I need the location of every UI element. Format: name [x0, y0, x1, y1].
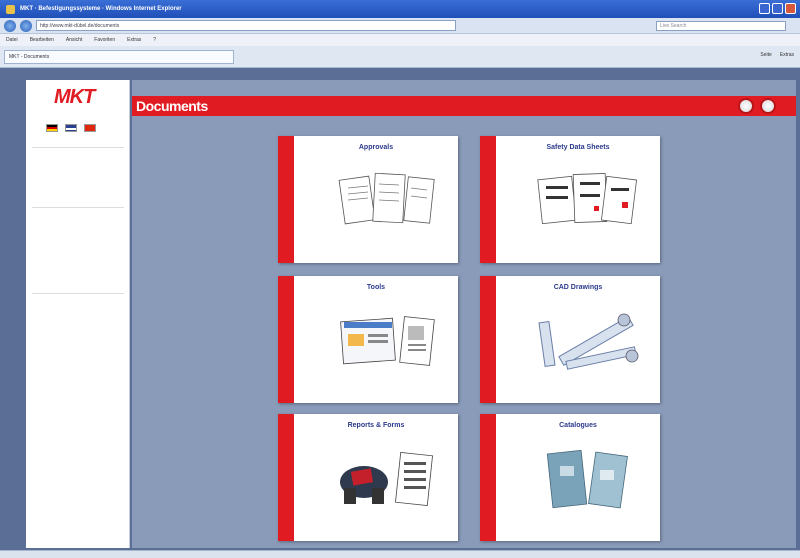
card-title: Safety Data Sheets — [546, 144, 610, 151]
menu-bar: Datei Bearbeiten Ansicht Favoriten Extra… — [0, 34, 800, 46]
minimize-button[interactable] — [759, 3, 770, 14]
menu-item-tools[interactable]: Extras — [127, 37, 141, 43]
sidebar-section-1 — [32, 146, 124, 151]
sidebar-section-3 — [32, 292, 124, 297]
card-tools[interactable]: Tools — [278, 276, 458, 403]
tools-icon — [340, 316, 435, 366]
tab-bar: MKT - Documents Seite Extras — [0, 46, 800, 68]
tools-menu-button[interactable]: Extras — [780, 52, 794, 58]
card-title: Catalogues — [559, 422, 597, 429]
title-bar: MKT · Befestigungssysteme · Windows Inte… — [0, 0, 800, 18]
card-safety-data-sheets[interactable]: Safety Data Sheets — [480, 136, 660, 263]
card-approvals[interactable]: Approvals — [278, 136, 458, 263]
search-icon[interactable] — [738, 98, 754, 114]
page-title: Documents — [132, 96, 796, 116]
search-input[interactable]: Live Search — [656, 21, 786, 31]
browser-icon — [6, 4, 15, 14]
language-selector — [46, 124, 96, 132]
card-cad-drawings[interactable]: CAD Drawings — [480, 276, 660, 403]
sidebar-section-heading — [32, 206, 124, 208]
close-button[interactable] — [785, 3, 796, 14]
card-catalogues[interactable]: Catalogues — [480, 414, 660, 541]
address-input[interactable]: http://www.mkt-dübel.de/documents — [36, 20, 456, 31]
browser-window: MKT · Befestigungssysteme · Windows Inte… — [0, 0, 800, 558]
back-icon[interactable] — [4, 19, 16, 32]
address-bar: http://www.mkt-dübel.de/documents Live S… — [0, 18, 800, 34]
menu-item-help[interactable]: ? — [153, 37, 156, 43]
data-sheets-icon — [537, 173, 638, 225]
menu-item-file[interactable]: Datei — [6, 37, 18, 43]
menu-item-edit[interactable]: Bearbeiten — [30, 37, 54, 43]
sidebar-section-2 — [32, 206, 124, 211]
browser-tab[interactable]: MKT - Documents — [4, 50, 234, 64]
page-menu-button[interactable]: Seite — [760, 52, 771, 58]
card-reports-forms[interactable]: Reports & Forms — [278, 414, 458, 541]
maximize-button[interactable] — [772, 3, 783, 14]
document-stack-icon — [338, 172, 435, 225]
mkt-logo[interactable]: MKT — [54, 86, 95, 109]
forward-icon[interactable] — [20, 19, 32, 32]
window-title: MKT · Befestigungssysteme · Windows Inte… — [20, 6, 182, 12]
sidebar: MKT — [26, 80, 130, 548]
sidebar-section-heading — [32, 292, 124, 294]
catalogue-icon — [546, 449, 628, 509]
card-title: Approvals — [358, 144, 394, 151]
card-title: Tools — [366, 284, 386, 291]
card-title: CAD Drawings — [553, 284, 603, 291]
cad-anchor-icon — [538, 313, 639, 370]
flag-en-icon[interactable] — [65, 124, 77, 132]
sidebar-section-heading — [32, 146, 124, 148]
flag-cn-icon[interactable] — [84, 124, 96, 132]
status-bar — [0, 550, 800, 558]
web-page: MKT Documents Approvals Safety Data Shee… — [10, 68, 800, 550]
reports-icon — [340, 452, 433, 506]
card-title: Reports & Forms — [347, 422, 405, 429]
flag-de-icon[interactable] — [46, 124, 58, 132]
menu-item-view[interactable]: Ansicht — [66, 37, 82, 43]
main-content: Documents Approvals Safety Data Sheets T… — [132, 80, 796, 548]
menu-item-favorites[interactable]: Favoriten — [94, 37, 115, 43]
home-icon[interactable] — [760, 98, 776, 114]
